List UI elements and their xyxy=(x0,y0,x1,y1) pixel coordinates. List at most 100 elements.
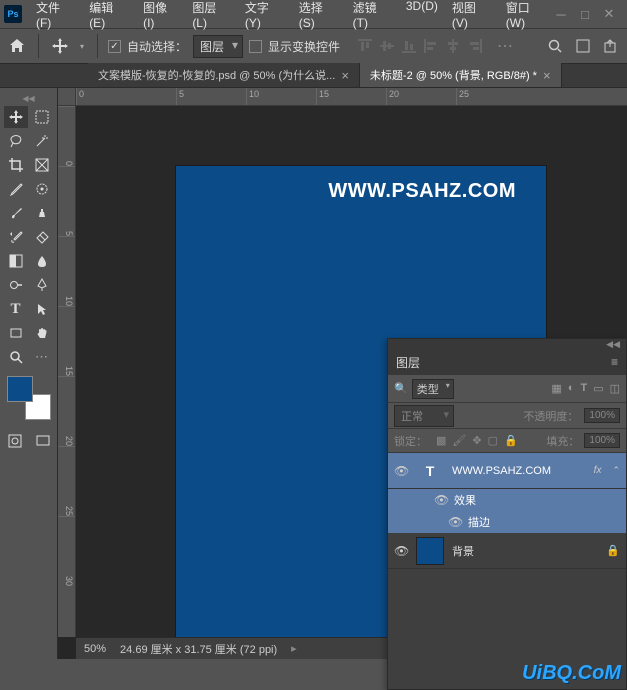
share-icon[interactable] xyxy=(601,36,621,56)
menu-file[interactable]: 文件(F) xyxy=(30,0,81,33)
lock-pixels-icon[interactable]: ▩ xyxy=(436,434,446,447)
lock-all-icon[interactable]: 🔒 xyxy=(504,434,518,447)
move-tool-indicator[interactable] xyxy=(49,35,71,57)
auto-select-checkbox[interactable] xyxy=(108,40,121,53)
more-options-icon[interactable]: ⋯ xyxy=(496,37,514,55)
tab-doc-1[interactable]: 文案模版-恢复的-恢复的.psd @ 50% (为什么说... × xyxy=(88,63,360,87)
ruler-tick: 5 xyxy=(176,88,246,105)
align-right-icon[interactable] xyxy=(466,37,484,55)
type-tool[interactable]: T xyxy=(4,298,28,320)
status-arrow-icon[interactable]: ▸ xyxy=(291,642,297,655)
menu-view[interactable]: 视图(V) xyxy=(446,0,498,33)
align-vcenter-icon[interactable] xyxy=(378,37,396,55)
filter-smart-icon[interactable]: ◫ xyxy=(610,382,620,395)
blend-row: 正常 不透明度： 100% xyxy=(388,403,626,429)
minimize-button[interactable]: ─ xyxy=(555,8,567,20)
tab-close-icon[interactable]: × xyxy=(543,68,551,83)
panel-header: 图层 ≡ xyxy=(388,349,626,375)
healing-tool[interactable] xyxy=(30,178,54,200)
lock-brush-icon[interactable]: 🖌 xyxy=(452,434,466,447)
show-transform-checkbox[interactable] xyxy=(249,40,262,53)
blur-tool[interactable] xyxy=(30,250,54,272)
lasso-tool[interactable] xyxy=(4,130,28,152)
lock-icon[interactable]: 🔒 xyxy=(606,544,620,557)
toolbox-collapse-icon[interactable]: ◀◀ xyxy=(2,92,55,104)
opacity-value[interactable]: 100% xyxy=(584,408,620,423)
panel-title[interactable]: 图层 xyxy=(396,354,420,371)
path-selection-tool[interactable] xyxy=(30,298,54,320)
zoom-tool[interactable] xyxy=(4,346,28,368)
menu-edit[interactable]: 编辑(E) xyxy=(83,0,135,33)
visibility-icon[interactable]: 👁 xyxy=(448,515,462,529)
filter-type-select[interactable]: 类型 xyxy=(412,379,454,399)
screen-mode-tool[interactable] xyxy=(31,430,55,452)
search-icon[interactable] xyxy=(545,36,565,56)
menu-filter[interactable]: 滤镜(T) xyxy=(347,0,398,33)
home-button[interactable] xyxy=(6,35,28,57)
move-tool[interactable] xyxy=(4,106,28,128)
eraser-tool[interactable] xyxy=(30,226,54,248)
visibility-icon[interactable]: 👁 xyxy=(434,493,448,507)
menu-type[interactable]: 文字(Y) xyxy=(239,0,291,33)
align-left-icon[interactable] xyxy=(422,37,440,55)
fx-badge[interactable]: fx xyxy=(594,465,602,476)
visibility-icon[interactable]: 👁 xyxy=(394,464,408,478)
menu-window[interactable]: 窗口(W) xyxy=(500,0,555,33)
clone-stamp-tool[interactable] xyxy=(30,202,54,224)
menu-3d[interactable]: 3D(D) xyxy=(400,0,444,33)
layer-name[interactable]: WWW.PSAHZ.COM xyxy=(452,465,586,477)
filter-shape-icon[interactable]: ▭ xyxy=(593,382,603,395)
tool-dropdown-icon[interactable]: ▾ xyxy=(77,42,87,51)
layer-row-background[interactable]: 👁 背景 🔒 xyxy=(388,533,626,569)
panel-menu-icon[interactable]: ≡ xyxy=(611,355,618,369)
visibility-icon[interactable]: 👁 xyxy=(394,544,408,558)
ruler-vertical[interactable]: 0 5 10 15 20 25 30 xyxy=(58,106,76,637)
tab-doc-2[interactable]: 未标题-2 @ 50% (背景, RGB/8#) * × xyxy=(360,63,562,87)
frame-tool[interactable] xyxy=(30,154,54,176)
history-brush-tool[interactable] xyxy=(4,226,28,248)
lock-position-icon[interactable]: ✥ xyxy=(472,434,481,447)
dodge-tool[interactable] xyxy=(4,274,28,296)
document-dimensions[interactable]: 24.69 厘米 x 31.75 厘米 (72 ppi) xyxy=(120,641,277,657)
align-bottom-icon[interactable] xyxy=(400,37,418,55)
magic-wand-tool[interactable] xyxy=(30,130,54,152)
lock-artboard-icon[interactable]: ▢ xyxy=(488,434,498,447)
auto-select-target[interactable]: 图层 xyxy=(193,35,243,58)
fx-expand-icon[interactable]: ⌃ xyxy=(612,465,620,476)
rectangle-tool[interactable] xyxy=(4,322,28,344)
crop-tool[interactable] xyxy=(4,154,28,176)
filter-search-icon[interactable]: 🔍 xyxy=(394,382,408,395)
color-swatches[interactable] xyxy=(7,376,51,420)
maximize-button[interactable]: □ xyxy=(579,8,591,20)
menu-image[interactable]: 图像(I) xyxy=(137,0,184,33)
brush-tool[interactable] xyxy=(4,202,28,224)
pen-tool[interactable] xyxy=(30,274,54,296)
close-button[interactable]: ✕ xyxy=(603,8,615,20)
layer-name[interactable]: 背景 xyxy=(452,543,598,559)
screen-mode-icon[interactable] xyxy=(573,36,593,56)
layer-row-text[interactable]: 👁 T WWW.PSAHZ.COM fx ⌃ xyxy=(388,453,626,489)
menu-layer[interactable]: 图层(L) xyxy=(186,0,237,33)
layer-effects-row[interactable]: 👁 效果 xyxy=(388,489,626,511)
eyedropper-tool[interactable] xyxy=(4,178,28,200)
align-hcenter-icon[interactable] xyxy=(444,37,462,55)
gradient-tool[interactable] xyxy=(4,250,28,272)
filter-adjustment-icon[interactable]: ◐ xyxy=(568,382,575,395)
blend-mode-select[interactable]: 正常 xyxy=(394,405,454,427)
menu-select[interactable]: 选择(S) xyxy=(293,0,345,33)
layer-stroke-row[interactable]: 👁 描边 xyxy=(388,511,626,533)
ruler-corner[interactable] xyxy=(58,88,76,106)
tab-close-icon[interactable]: × xyxy=(341,68,349,83)
marquee-tool[interactable] xyxy=(30,106,54,128)
filter-type-icon[interactable]: T xyxy=(580,382,587,395)
panel-collapse-icon[interactable]: ◀◀ xyxy=(388,339,626,349)
edit-toolbar[interactable]: ⋯ xyxy=(30,346,54,368)
filter-pixel-icon[interactable]: ▦ xyxy=(551,382,561,395)
fill-value[interactable]: 100% xyxy=(584,433,620,448)
align-top-icon[interactable] xyxy=(356,37,374,55)
ruler-horizontal[interactable]: 0 5 10 15 20 25 xyxy=(76,88,627,106)
quick-mask-tool[interactable] xyxy=(3,430,27,452)
foreground-color[interactable] xyxy=(7,376,33,402)
zoom-level[interactable]: 50% xyxy=(84,643,106,655)
hand-tool[interactable] xyxy=(30,322,54,344)
